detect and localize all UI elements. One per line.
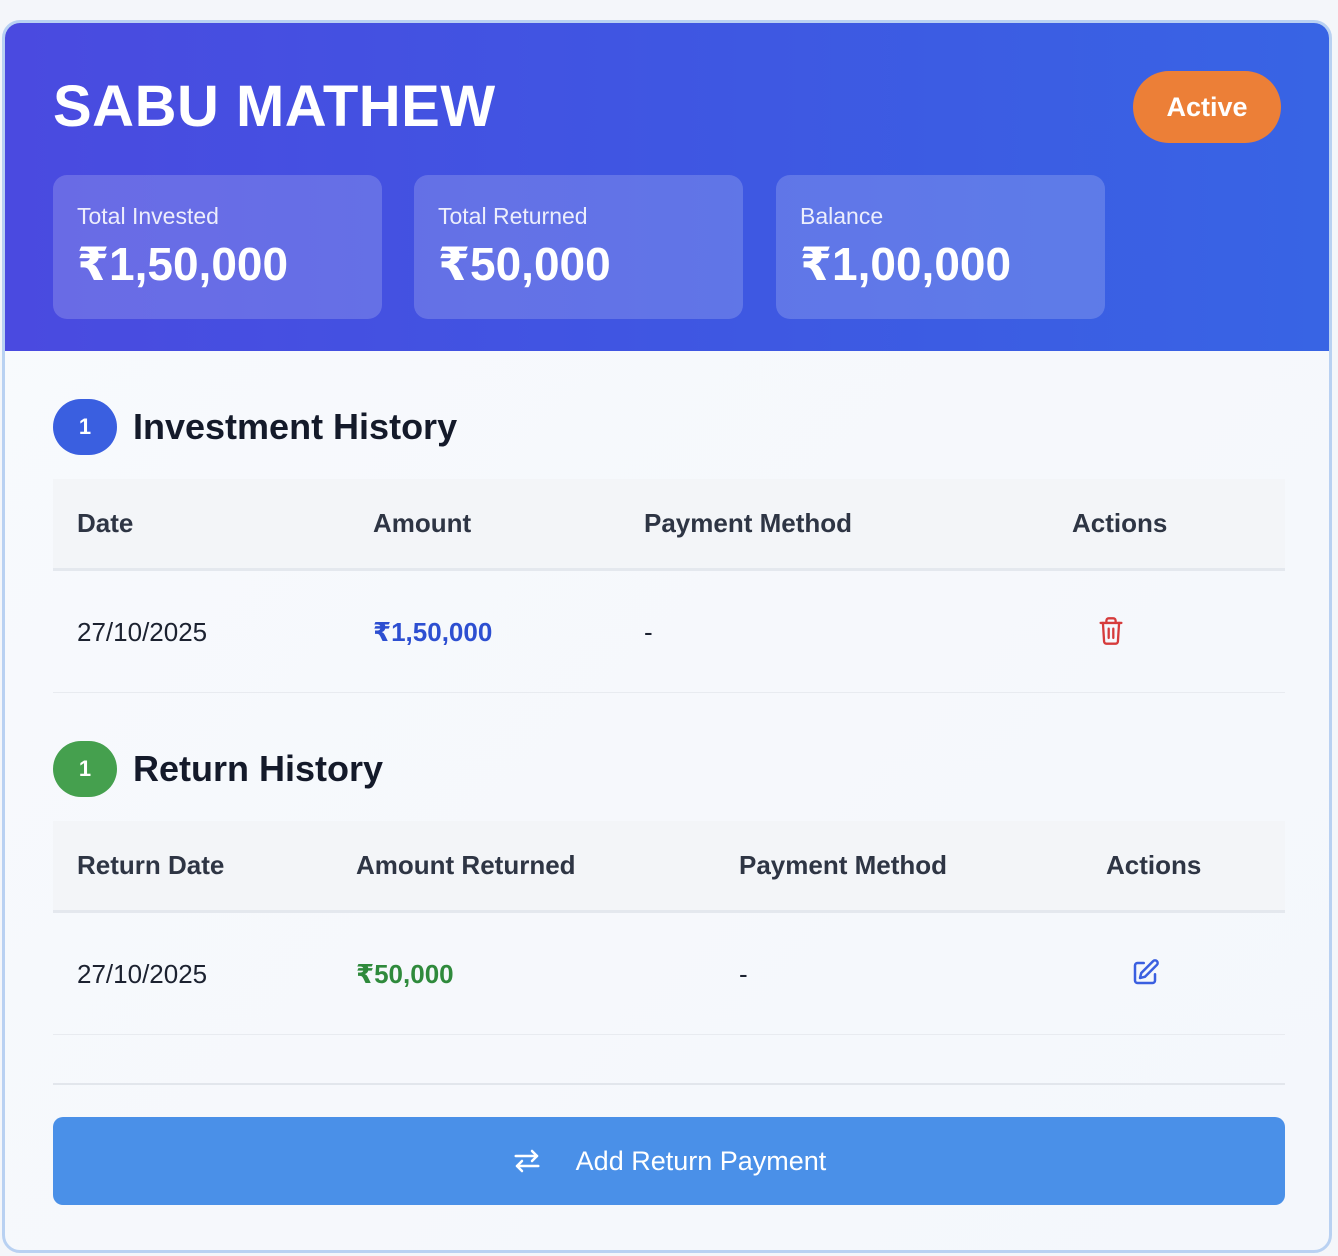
stat-value: ₹1,50,000 (77, 238, 289, 290)
stat-label: Balance (800, 203, 884, 229)
cell-payment-method: - (644, 617, 653, 647)
add-return-payment-button[interactable]: Add Return Payment (53, 1117, 1285, 1205)
investor-name: SABU MATHEW (53, 74, 496, 139)
cell-date: 27/10/2025 (77, 617, 208, 647)
investor-card: SABU MATHEW Active Total Invested ₹1,50,… (2, 20, 1332, 1253)
add-return-payment-label: Add Return Payment (575, 1145, 827, 1176)
column-header-amount: Amount (373, 508, 472, 538)
investment-table: Date Amount Payment Method Actions 27/10… (53, 479, 1285, 693)
cell-amount-returned: ₹50,000 (356, 959, 454, 989)
table-row: 27/10/2025 ₹1,50,000 - (53, 571, 1285, 693)
investment-history-heading: 1 Investment History (53, 399, 457, 455)
edit-button[interactable] (1127, 955, 1163, 991)
stat-label: Total Invested (77, 203, 219, 229)
cell-return-date: 27/10/2025 (77, 959, 208, 989)
stat-balance: Balance ₹1,00,000 (776, 175, 1105, 319)
table-header: Date Amount Payment Method Actions (53, 479, 1285, 571)
swap-arrows-icon (512, 1146, 542, 1176)
column-header-payment-method: Payment Method (644, 508, 853, 538)
cell-amount: ₹1,50,000 (373, 617, 493, 647)
section-title: Return History (133, 748, 384, 789)
return-history-heading: 1 Return History (53, 741, 383, 797)
column-header-actions: Actions (1072, 508, 1168, 538)
column-header-amount-returned: Amount Returned (356, 850, 576, 880)
column-header-actions: Actions (1106, 850, 1202, 880)
stat-label: Total Returned (438, 203, 588, 229)
table-row: 27/10/2025 ₹50,000 - (53, 913, 1285, 1035)
trash-icon (1099, 617, 1123, 645)
column-header-payment-method: Payment Method (739, 850, 948, 880)
divider (53, 1083, 1285, 1085)
stat-total-returned: Total Returned ₹50,000 (414, 175, 743, 319)
column-header-return-date: Return Date (77, 850, 225, 880)
status-badge: Active (1133, 71, 1281, 143)
stat-total-invested: Total Invested ₹1,50,000 (53, 175, 382, 319)
card-header: SABU MATHEW Active Total Invested ₹1,50,… (5, 23, 1329, 351)
return-count-badge: 1 (53, 741, 117, 797)
return-table: Return Date Amount Returned Payment Meth… (53, 821, 1285, 1035)
cell-payment-method: - (739, 959, 748, 989)
stat-value: ₹1,00,000 (800, 238, 1012, 290)
investment-count-badge: 1 (53, 399, 117, 455)
column-header-date: Date (77, 508, 134, 538)
delete-button[interactable] (1093, 613, 1129, 649)
stat-value: ₹50,000 (438, 238, 611, 290)
section-title: Investment History (133, 406, 458, 447)
table-header: Return Date Amount Returned Payment Meth… (53, 821, 1285, 913)
edit-icon (1133, 959, 1159, 985)
